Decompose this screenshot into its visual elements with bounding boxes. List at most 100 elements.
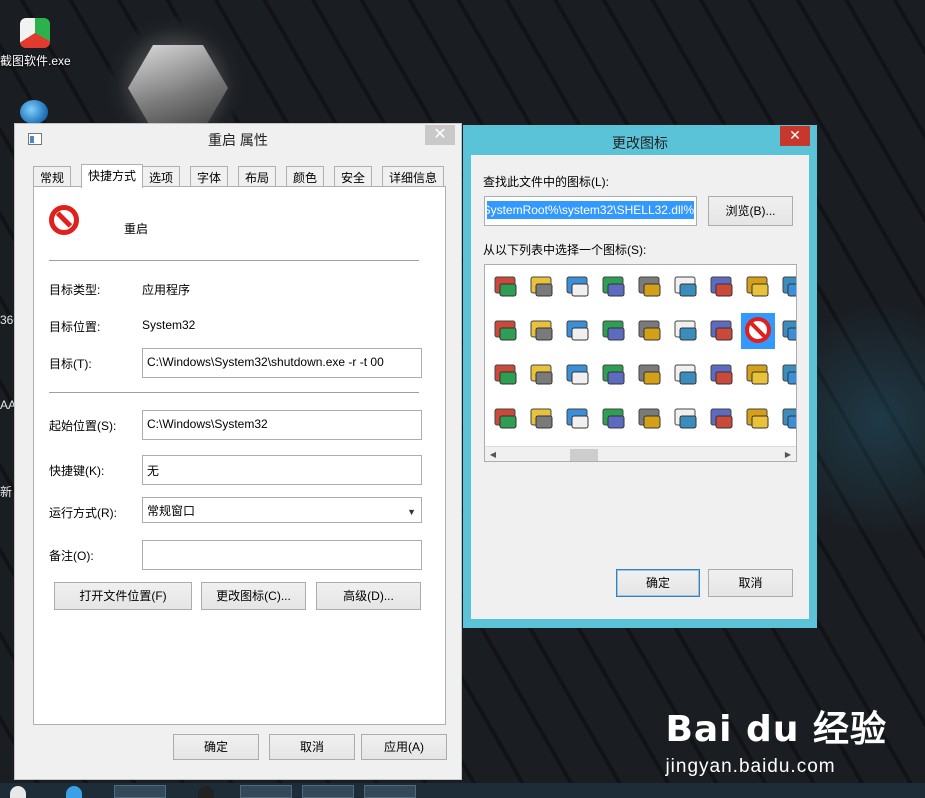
tab-security[interactable]: 安全 bbox=[334, 166, 373, 187]
properties-titlebar[interactable]: 重启 属性 ✕ bbox=[15, 124, 461, 154]
network-folder-icon bbox=[564, 272, 592, 300]
icon-cell[interactable] bbox=[777, 357, 796, 393]
watermark-brand: Bai du 经验 bbox=[665, 709, 887, 750]
desktop-icon-screenshot[interactable]: 截图软件.exe bbox=[0, 18, 71, 69]
icon-file-value: %SystemRoot%\system32\SHELL32.dll bbox=[487, 201, 694, 219]
icon-cell[interactable] bbox=[633, 269, 667, 305]
icon-cell[interactable] bbox=[561, 269, 595, 305]
icon-cell[interactable] bbox=[741, 313, 775, 349]
scroll-right-icon[interactable]: ▶ bbox=[780, 448, 796, 461]
change-icon-button[interactable]: 更改图标(C)... bbox=[201, 582, 306, 610]
target-type-label: 目标类型: bbox=[49, 283, 101, 297]
printer-ready-icon bbox=[708, 360, 736, 388]
change-icon-titlebar[interactable]: 更改图标 ✕ bbox=[463, 125, 817, 155]
tab-shortcut[interactable]: 快捷方式 bbox=[81, 164, 144, 188]
change-icon-ok-button[interactable]: 确定 bbox=[616, 569, 700, 597]
icon-cell[interactable] bbox=[597, 313, 631, 349]
icon-cell[interactable] bbox=[633, 401, 667, 437]
fax-printer-icon bbox=[492, 404, 520, 432]
qq-taskbar-icon[interactable] bbox=[198, 786, 214, 798]
recycle-bin-icon bbox=[672, 316, 700, 344]
icon-cell[interactable] bbox=[489, 269, 523, 305]
scrollbar-thumb[interactable] bbox=[570, 449, 598, 461]
icon-cell[interactable] bbox=[525, 269, 559, 305]
tab-colors[interactable]: 颜色 bbox=[286, 166, 325, 187]
horizontal-scrollbar[interactable]: ◀ ▶ bbox=[485, 446, 796, 461]
icon-cell[interactable] bbox=[741, 269, 775, 305]
cancel-button[interactable]: 取消 bbox=[269, 734, 355, 760]
globe-desktop-icon[interactable] bbox=[20, 100, 48, 124]
icon-cell[interactable] bbox=[489, 357, 523, 393]
tab-general[interactable]: 常规 bbox=[33, 166, 72, 187]
icon-cell[interactable] bbox=[669, 401, 703, 437]
tab-options[interactable]: 选项 bbox=[142, 166, 181, 187]
icon-cell[interactable] bbox=[777, 269, 796, 305]
browser-taskbar-icon[interactable] bbox=[66, 786, 82, 798]
tab-layout[interactable]: 布局 bbox=[238, 166, 277, 187]
ok-button[interactable]: 确定 bbox=[173, 734, 259, 760]
tab-details[interactable]: 详细信息 bbox=[382, 166, 445, 187]
icon-cell[interactable] bbox=[741, 401, 775, 437]
scroll-left-icon[interactable]: ◀ bbox=[485, 448, 501, 461]
network-printer-icon bbox=[492, 316, 520, 344]
run-label: 运行方式(R): bbox=[49, 506, 117, 520]
tab-font[interactable]: 字体 bbox=[190, 166, 229, 187]
run-select[interactable]: 常规窗口 ▼ bbox=[142, 497, 422, 523]
favorites-folder-icon bbox=[528, 360, 556, 388]
browse-button[interactable]: 浏览(B)... bbox=[708, 196, 793, 226]
change-icon-cancel-button[interactable]: 取消 bbox=[708, 569, 793, 597]
wallpaper-logo bbox=[128, 45, 228, 131]
power-icon bbox=[780, 272, 796, 300]
icon-cell[interactable] bbox=[633, 357, 667, 393]
icon-list[interactable]: ◀ ▶ bbox=[484, 264, 797, 462]
target-field[interactable]: C:\Windows\System32\shutdown.exe -r -t 0… bbox=[142, 348, 422, 378]
icon-cell[interactable] bbox=[705, 401, 739, 437]
comment-field[interactable] bbox=[142, 540, 422, 570]
icon-cell[interactable] bbox=[741, 357, 775, 393]
icon-cell[interactable] bbox=[669, 313, 703, 349]
icon-cell[interactable] bbox=[705, 313, 739, 349]
user-keys-icon bbox=[744, 404, 772, 432]
icon-cell[interactable] bbox=[777, 401, 796, 437]
icon-list-label: 从以下列表中选择一个图标(S): bbox=[483, 243, 647, 257]
apply-button[interactable]: 应用(A) bbox=[361, 734, 447, 760]
settings-window-icon bbox=[564, 360, 592, 388]
icon-cell[interactable] bbox=[669, 357, 703, 393]
icon-cell[interactable] bbox=[561, 357, 595, 393]
printer-icon bbox=[744, 272, 772, 300]
icon-cell[interactable] bbox=[597, 401, 631, 437]
hotkey-field[interactable]: 无 bbox=[142, 455, 422, 485]
properties-close-button[interactable]: ✕ bbox=[425, 125, 455, 145]
taskbar-button-360[interactable] bbox=[240, 785, 292, 798]
shortcut-name: 重启 bbox=[124, 222, 149, 236]
start-in-field[interactable]: C:\Windows\System32 bbox=[142, 410, 422, 440]
globe-computer-icon bbox=[600, 272, 628, 300]
icon-cell[interactable] bbox=[561, 313, 595, 349]
icon-cell[interactable] bbox=[597, 269, 631, 305]
taskbar-button-folder[interactable] bbox=[364, 785, 416, 798]
taskbar-button-app[interactable] bbox=[302, 785, 354, 798]
icon-cell[interactable] bbox=[525, 357, 559, 393]
icon-cell[interactable] bbox=[561, 401, 595, 437]
change-icon-close-button[interactable]: ✕ bbox=[780, 126, 810, 146]
scanner-icon bbox=[708, 316, 736, 344]
icon-cell[interactable] bbox=[489, 313, 523, 349]
icon-cell[interactable] bbox=[669, 269, 703, 305]
icon-cell[interactable] bbox=[525, 313, 559, 349]
open-file-location-button[interactable]: 打开文件位置(F) bbox=[54, 582, 192, 610]
film-icon bbox=[780, 404, 796, 432]
icon-cell[interactable] bbox=[705, 269, 739, 305]
icon-cell[interactable] bbox=[777, 313, 796, 349]
change-icon-body: 查找此文件中的图标(L): %SystemRoot%\system32\SHEL… bbox=[471, 155, 809, 619]
icon-cell[interactable] bbox=[489, 401, 523, 437]
icon-cell[interactable] bbox=[525, 401, 559, 437]
icon-cell[interactable] bbox=[597, 357, 631, 393]
recycle-bin-full-icon bbox=[672, 360, 700, 388]
icon-cell[interactable] bbox=[633, 313, 667, 349]
icon-file-field[interactable]: %SystemRoot%\system32\SHELL32.dll bbox=[484, 196, 697, 226]
start-icon[interactable] bbox=[10, 786, 26, 798]
advanced-button[interactable]: 高级(D)... bbox=[316, 582, 421, 610]
network-tree-icon bbox=[528, 272, 556, 300]
taskbar-button-explorer[interactable] bbox=[114, 785, 166, 798]
icon-cell[interactable] bbox=[705, 357, 739, 393]
